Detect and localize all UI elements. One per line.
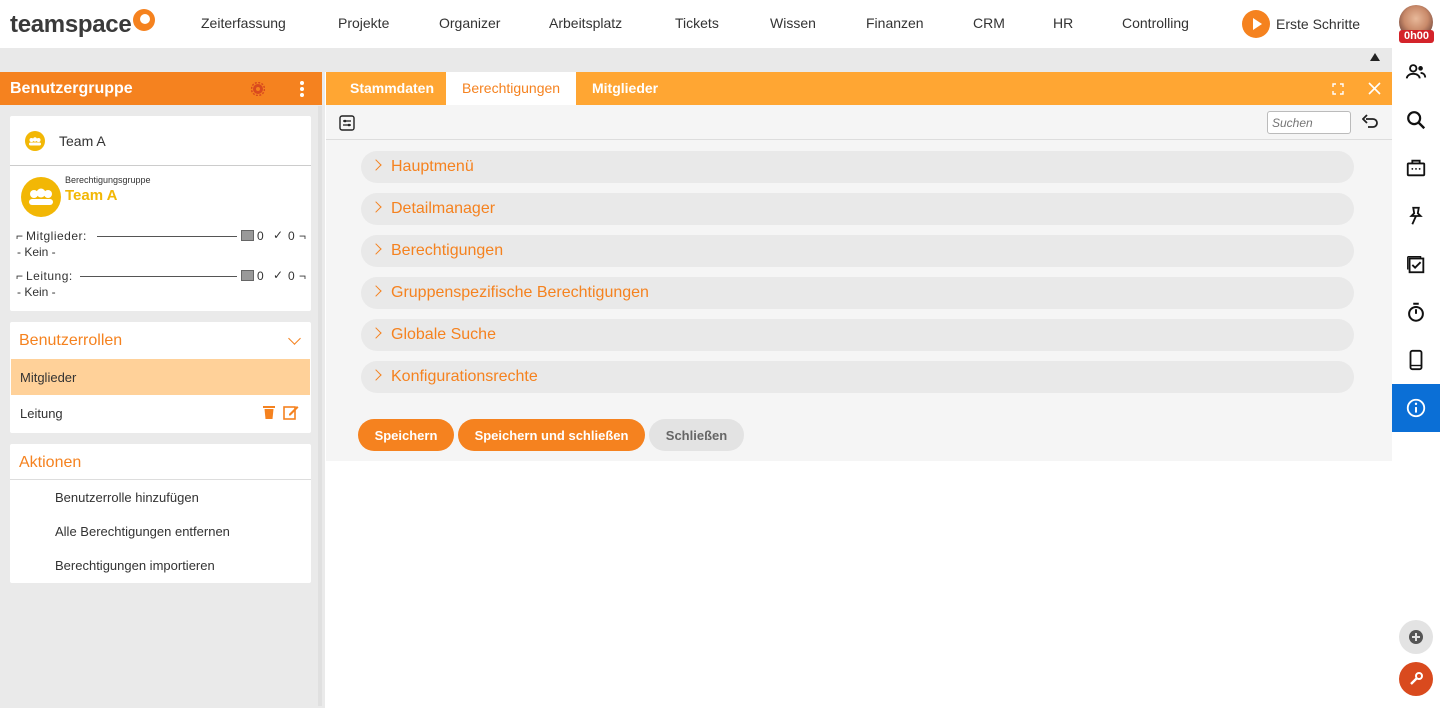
stopwatch-icon[interactable] xyxy=(1392,288,1440,336)
tab-berechtigungen[interactable]: Berechtigungen xyxy=(446,72,576,106)
members-label: Mitglieder: xyxy=(26,229,87,243)
team-small-icon xyxy=(25,131,45,151)
role-item-mitglieder[interactable]: Mitglieder xyxy=(11,359,310,395)
section-label: Gruppenspezifische Berechtigungen xyxy=(391,284,649,301)
divider xyxy=(10,165,311,166)
tab-mitglieder[interactable]: Mitglieder xyxy=(592,80,658,96)
top-navigation: teamspace Zeiterfassung Projekte Organiz… xyxy=(0,0,1440,48)
nav-organizer[interactable]: Organizer xyxy=(439,15,500,31)
users-icon[interactable] xyxy=(1392,48,1440,96)
briefcase-icon[interactable] xyxy=(1392,144,1440,192)
section-label: Berechtigungen xyxy=(391,242,504,259)
close-icon[interactable] xyxy=(1368,82,1381,95)
lead-label: Leitung: xyxy=(26,269,73,283)
section-detailmanager[interactable]: Detailmanager xyxy=(361,193,1354,225)
chevron-right-icon xyxy=(370,369,382,381)
nav-finanzen[interactable]: Finanzen xyxy=(866,15,924,31)
members-count-a: 0 xyxy=(257,229,264,243)
logo-mark-icon xyxy=(133,9,156,31)
contact-card-icon xyxy=(241,270,254,281)
section-konfigurationsrechte[interactable]: Konfigurationsrechte xyxy=(361,361,1354,393)
nav-projekte[interactable]: Projekte xyxy=(338,15,389,31)
nav-tickets[interactable]: Tickets xyxy=(675,15,719,31)
search-icon[interactable] xyxy=(1392,96,1440,144)
settings-list-icon[interactable] xyxy=(339,115,355,136)
erste-schritte-label: Erste Schritte xyxy=(1276,16,1361,32)
toolbar xyxy=(326,105,1392,140)
edit-icon[interactable] xyxy=(283,404,299,425)
lead-value: - Kein - xyxy=(17,285,56,299)
teamspace-logo[interactable]: teamspace xyxy=(10,9,156,40)
section-hauptmenue[interactable]: Hauptmenü xyxy=(361,151,1354,183)
search-input[interactable] xyxy=(1267,111,1351,134)
play-icon xyxy=(1242,10,1270,38)
save-and-close-button[interactable]: Speichern und schließen xyxy=(458,419,645,451)
role-label: Mitglieder xyxy=(20,370,77,385)
members-value: - Kein - xyxy=(17,245,56,259)
contact-card-icon xyxy=(241,230,254,241)
section-label: Hauptmenü xyxy=(391,158,474,175)
tab-stammdaten[interactable]: Stammdaten xyxy=(350,80,434,96)
maximize-icon[interactable] xyxy=(1332,82,1344,95)
chevron-right-icon xyxy=(370,159,382,171)
left-panel-header: Benutzergruppe xyxy=(0,72,322,105)
team-card-title: Team A xyxy=(59,133,106,149)
role-item-leitung[interactable]: Leitung xyxy=(11,396,310,432)
collapse-up-icon[interactable] xyxy=(1370,53,1380,61)
erste-schritte-button[interactable]: Erste Schritte xyxy=(1242,10,1360,38)
left-panel-title: Benutzergruppe xyxy=(10,80,133,97)
phone-icon[interactable] xyxy=(1392,336,1440,384)
collapse-strip xyxy=(0,48,1392,72)
lead-count-a: 0 xyxy=(257,269,264,283)
lead-count-b: 0 xyxy=(288,269,295,283)
section-gruppenspezifische[interactable]: Gruppenspezifische Berechtigungen xyxy=(361,277,1354,309)
nav-arbeitsplatz[interactable]: Arbeitsplatz xyxy=(549,15,622,31)
gear-icon[interactable] xyxy=(250,81,266,101)
chevron-right-icon xyxy=(370,243,382,255)
info-icon[interactable] xyxy=(1392,384,1440,432)
group-card: Team A Berechtigungsgruppe Team A ⌐ Mitg… xyxy=(10,116,311,311)
group-icon xyxy=(21,177,61,217)
action-add-role[interactable]: Benutzerrolle hinzufügen xyxy=(55,490,199,505)
more-menu-icon[interactable] xyxy=(300,81,304,99)
action-import-permissions[interactable]: Berechtigungen importieren xyxy=(55,558,215,573)
calendar-check-icon[interactable] xyxy=(1392,240,1440,288)
group-type: Berechtigungsgruppe xyxy=(65,175,151,185)
section-label: Globale Suche xyxy=(391,326,496,343)
chevron-right-icon xyxy=(370,201,382,213)
wrench-icon[interactable] xyxy=(1399,662,1433,696)
section-label: Konfigurationsrechte xyxy=(391,368,538,385)
nav-controlling[interactable]: Controlling xyxy=(1122,15,1189,31)
lead-bracket: ⌐ xyxy=(16,269,24,283)
nav-wissen[interactable]: Wissen xyxy=(770,15,816,31)
action-remove-permissions[interactable]: Alle Berechtigungen entfernen xyxy=(55,524,230,539)
members-bracket: ⌐ xyxy=(16,229,24,243)
save-button[interactable]: Speichern xyxy=(358,419,454,451)
section-label: Detailmanager xyxy=(391,200,496,217)
undo-icon[interactable] xyxy=(1361,114,1379,135)
tab-berechtigungen-label: Berechtigungen xyxy=(462,80,561,96)
section-berechtigungen[interactable]: Berechtigungen xyxy=(361,235,1354,267)
group-name: Team A xyxy=(65,187,118,204)
add-circle-icon[interactable] xyxy=(1399,620,1433,654)
check-icon: ✓ xyxy=(273,268,284,282)
section-globale-suche[interactable]: Globale Suche xyxy=(361,319,1354,351)
close-button[interactable]: Schließen xyxy=(649,419,744,451)
chevron-right-icon xyxy=(370,327,382,339)
time-badge: 0h00 xyxy=(1399,30,1434,43)
roles-title[interactable]: Benutzerrollen xyxy=(19,332,122,350)
pin-icon[interactable] xyxy=(1392,192,1440,240)
nav-zeiterfassung[interactable]: Zeiterfassung xyxy=(201,15,286,31)
nav-hr[interactable]: HR xyxy=(1053,15,1073,31)
chevron-down-icon[interactable] xyxy=(288,332,301,345)
actions-title: Aktionen xyxy=(19,454,82,471)
chevron-right-icon xyxy=(370,285,382,297)
members-count-b: 0 xyxy=(288,229,295,243)
role-label: Leitung xyxy=(20,406,63,421)
nav-crm[interactable]: CRM xyxy=(973,15,1005,31)
trash-icon[interactable] xyxy=(263,404,275,425)
left-panel-scrollbar[interactable] xyxy=(318,106,322,706)
check-icon: ✓ xyxy=(273,228,284,242)
